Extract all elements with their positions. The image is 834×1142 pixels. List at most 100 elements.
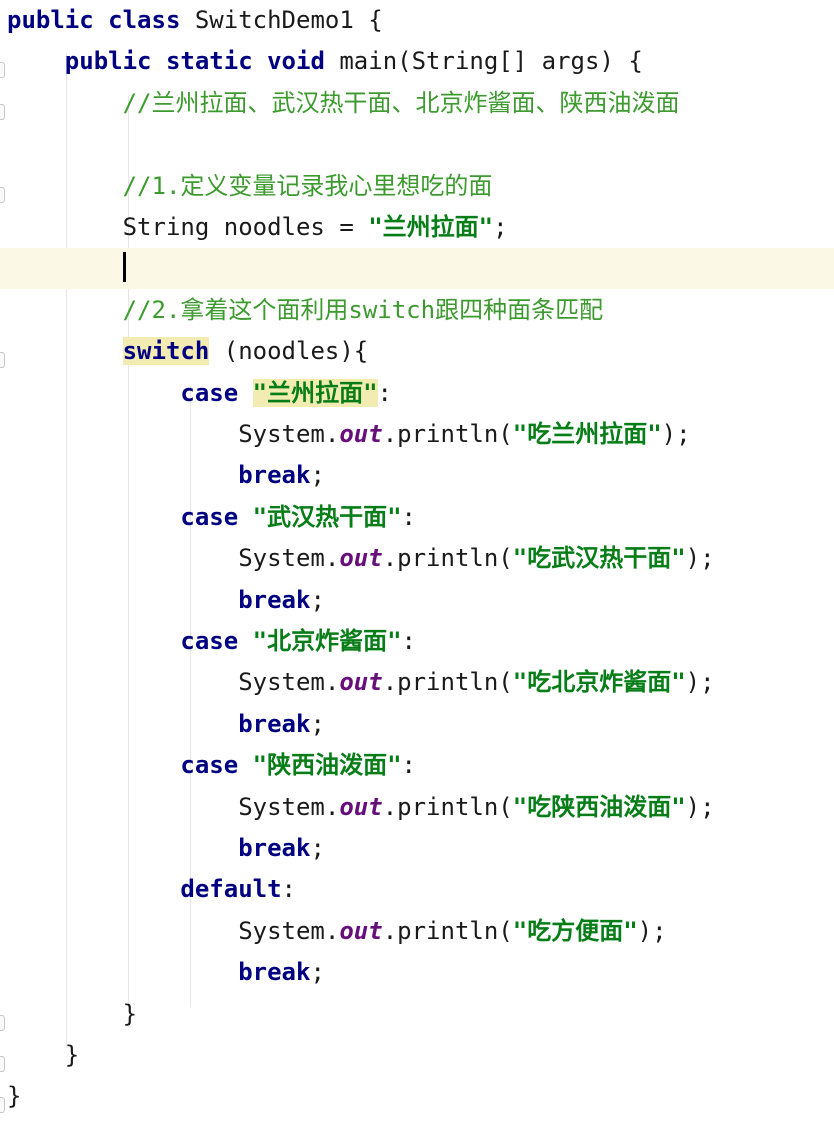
code-token: ; — [310, 585, 325, 614]
keyword-token: break — [238, 958, 311, 987]
code-line[interactable]: case "兰州拉面": — [0, 373, 834, 414]
code-token: .println( — [382, 792, 513, 821]
code-token: System. — [238, 544, 340, 573]
code-token: } — [7, 1082, 22, 1111]
code-line[interactable]: String noodles = "兰州拉面"; — [0, 207, 834, 248]
code-token: ; — [493, 213, 508, 241]
code-token: System. — [238, 792, 340, 821]
string-token: "吃陕西油泼面" — [512, 792, 686, 821]
code-token: System. — [238, 916, 340, 945]
code-line[interactable]: } — [0, 994, 834, 1035]
keyword-token: break — [238, 585, 311, 614]
field-token: out — [339, 916, 383, 945]
code-line[interactable]: //1.定义变量记录我心里想吃的面 — [0, 166, 834, 207]
code-token: SwitchDemo1 { — [180, 6, 383, 34]
keyword-token: public — [64, 47, 152, 76]
keyword-token: case — [180, 751, 239, 780]
comment-token: //1.定义变量记录我心里想吃的面 — [122, 171, 493, 200]
keyword-token: static — [165, 47, 253, 76]
code-token: .println( — [382, 420, 513, 448]
keyword-token: default — [180, 875, 282, 904]
code-line[interactable]: } — [0, 1035, 834, 1076]
keyword-token: break — [238, 461, 311, 490]
keyword-token: case — [180, 378, 239, 407]
code-token: ; — [310, 461, 325, 490]
code-line[interactable]: break; — [0, 828, 834, 869]
code-token: ; — [310, 958, 325, 987]
string-token: "吃兰州拉面" — [512, 420, 662, 448]
keyword-token: void — [267, 47, 325, 76]
code-token: String noodles = — [122, 213, 369, 241]
code-line[interactable]: default: — [0, 869, 834, 910]
keyword-token: switch — [122, 337, 210, 366]
code-token: : — [377, 378, 392, 407]
code-line[interactable]: System.out.println("吃兰州拉面"); — [0, 414, 834, 455]
code-token: } — [122, 999, 138, 1028]
keyword-token: break — [238, 834, 311, 862]
code-token: .println( — [382, 544, 513, 573]
code-token: main(String[] args) { — [324, 47, 643, 76]
code-line[interactable]: break; — [0, 580, 834, 621]
code-line[interactable]: System.out.println("吃武汉热干面"); — [0, 538, 834, 579]
string-token: "吃北京炸酱面" — [512, 668, 686, 697]
code-token: .println( — [382, 916, 513, 945]
current-code-line[interactable] — [0, 248, 834, 290]
string-token: "吃方便面" — [512, 916, 638, 945]
code-line[interactable]: case "武汉热干面": — [0, 497, 834, 538]
keyword-token: case — [180, 502, 239, 531]
code-line[interactable]: case "北京炸酱面": — [0, 621, 834, 662]
code-line[interactable]: break; — [0, 455, 834, 496]
code-line[interactable]: } — [0, 1076, 834, 1117]
code-token: System. — [238, 668, 340, 697]
code-line[interactable]: System.out.println("吃陕西油泼面"); — [0, 787, 834, 828]
code-token: ; — [310, 834, 325, 862]
keyword-token: class — [108, 6, 181, 34]
code-token: : — [401, 627, 416, 655]
code-token: ; — [310, 709, 325, 738]
code-line[interactable] — [0, 124, 834, 165]
code-line[interactable]: System.out.println("吃方便面"); — [0, 911, 834, 952]
code-line[interactable]: System.out.println("吃北京炸酱面"); — [0, 662, 834, 703]
code-token: ); — [637, 916, 667, 945]
code-editor[interactable]: public class SwitchDemo1 { public static… — [0, 0, 834, 1142]
code-line[interactable]: break; — [0, 704, 834, 745]
keyword-token: public — [7, 6, 94, 34]
comment-token: //2.拿着这个面利用switch跟四种面条匹配 — [122, 295, 604, 324]
text-caret — [122, 252, 126, 283]
code-line[interactable]: //兰州拉面、武汉热干面、北京炸酱面、陕西油泼面 — [0, 83, 834, 124]
field-token: out — [339, 544, 383, 573]
code-line[interactable]: switch (noodles){ — [0, 331, 834, 372]
code-token: ); — [661, 420, 691, 448]
code-line[interactable]: //2.拿着这个面利用switch跟四种面条匹配 — [0, 290, 834, 331]
code-line[interactable]: break; — [0, 952, 834, 993]
code-line[interactable]: public class SwitchDemo1 { — [0, 0, 834, 41]
string-token: "陕西油泼面" — [252, 751, 402, 780]
code-token: ); — [685, 544, 715, 573]
code-token: System. — [238, 420, 340, 448]
code-line[interactable]: public static void main(String[] args) { — [0, 41, 834, 82]
code-line[interactable]: case "陕西油泼面": — [0, 745, 834, 786]
